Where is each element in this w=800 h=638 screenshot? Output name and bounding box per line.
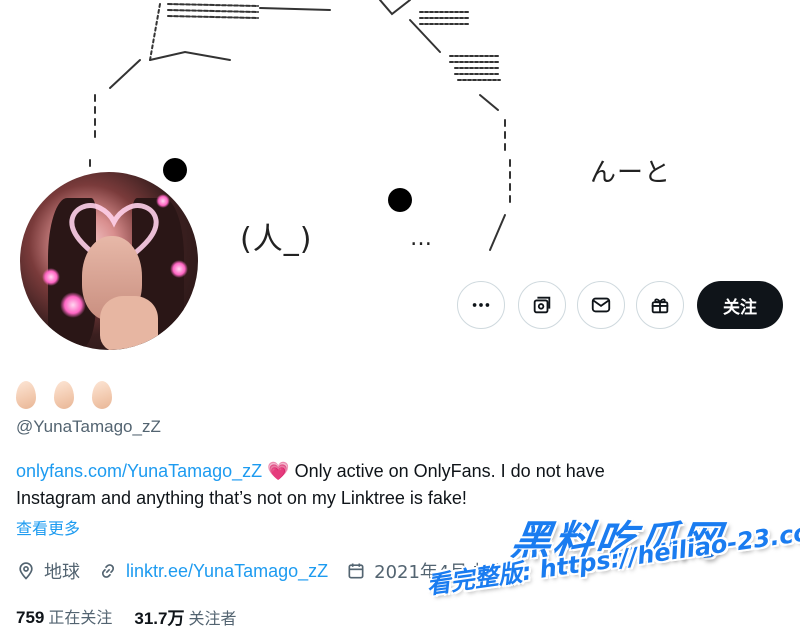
avatar-sparkle xyxy=(42,268,60,286)
mail-icon xyxy=(591,297,611,313)
profile-bio: onlyfans.com/YunaTamago_zZ 💗 Only active… xyxy=(16,458,716,512)
website-link[interactable]: linktr.ee/YunaTamago_zZ xyxy=(126,561,328,582)
egg-emoji xyxy=(16,381,36,409)
bio-text-line2: Instagram and anything that’s not on my … xyxy=(16,488,467,508)
avatar-hand xyxy=(100,296,158,350)
link-icon xyxy=(101,564,115,578)
bio-link[interactable]: onlyfans.com/YunaTamago_zZ xyxy=(16,461,262,481)
heart-emoji: 💗 xyxy=(267,461,290,482)
message-button[interactable] xyxy=(577,281,625,329)
left-eye xyxy=(163,158,187,182)
egg-emoji xyxy=(92,381,112,409)
avatar-sparkle xyxy=(170,260,188,278)
location-item: 地球 xyxy=(16,558,80,584)
profile-stats: 759 正在关注 31.7万 关注者 xyxy=(16,604,259,629)
banner-text-mouth: (人_) xyxy=(240,222,313,257)
profile-avatar[interactable] xyxy=(16,168,202,354)
user-handle: @YunaTamago_zZ xyxy=(16,417,161,436)
follow-button[interactable]: 关注 xyxy=(697,281,783,329)
egg-emoji xyxy=(54,381,74,409)
subscribe-icon xyxy=(533,296,551,314)
avatar-sparkle xyxy=(60,292,86,318)
subscribe-button[interactable] xyxy=(518,281,566,329)
gift-icon xyxy=(651,298,669,314)
following-count: 759 xyxy=(16,608,45,627)
calendar-icon xyxy=(348,563,364,579)
banner-text-dots: … xyxy=(410,226,432,251)
followers-link[interactable]: 31.7万 关注者 xyxy=(134,604,236,629)
location-text: 地球 xyxy=(44,562,80,583)
following-label: 正在关注 xyxy=(48,608,113,627)
followers-label: 关注者 xyxy=(188,609,237,628)
website-item: linktr.ee/YunaTamago_zZ xyxy=(98,561,328,582)
more-icon xyxy=(472,303,490,307)
right-eye xyxy=(388,188,412,212)
location-pin-icon xyxy=(19,562,33,580)
avatar-sparkle xyxy=(156,194,170,208)
more-button[interactable] xyxy=(457,281,505,329)
bio-text-line1: Only active on OnlyFans. I do not have xyxy=(289,461,605,481)
gift-button[interactable] xyxy=(636,281,684,329)
following-link[interactable]: 759 正在关注 xyxy=(16,604,112,629)
display-name xyxy=(16,374,130,412)
followers-count: 31.7万 xyxy=(134,609,185,628)
banner-text-nnto: んーと xyxy=(590,158,672,188)
see-more-link[interactable]: 查看更多 xyxy=(16,515,80,539)
